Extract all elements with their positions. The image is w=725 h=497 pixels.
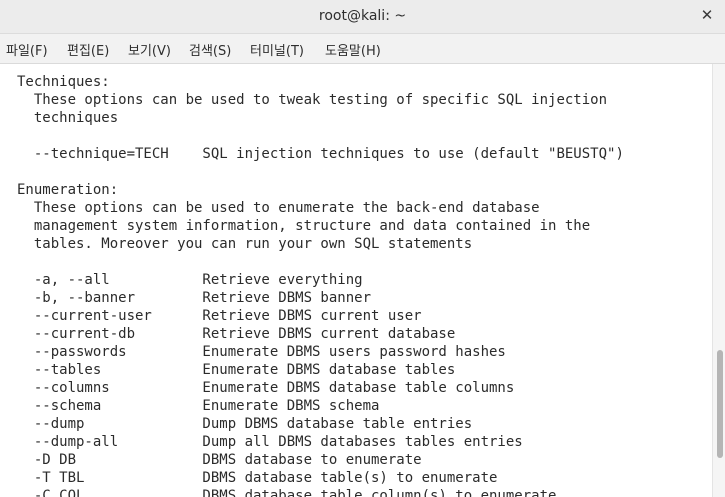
- terminal-line: -D DB DBMS database to enumerate: [17, 452, 422, 468]
- terminal-line: -a, --all Retrieve everything: [17, 272, 363, 288]
- terminal-line: --current-user Retrieve DBMS current use…: [17, 308, 422, 324]
- scrollbar[interactable]: [712, 64, 725, 497]
- terminal-line: --dump Dump DBMS database table entries: [17, 416, 473, 432]
- terminal-line: --passwords Enumerate DBMS users passwor…: [17, 344, 506, 360]
- terminal-line: Techniques:: [17, 74, 110, 90]
- menu-search[interactable]: 검색(S): [189, 40, 231, 59]
- title-bar: root@kali: ~ ✕: [0, 0, 725, 34]
- menu-terminal[interactable]: 터미널(T): [250, 40, 304, 59]
- terminal-line: Enumeration:: [17, 182, 119, 198]
- menu-bar: 파일(F) 편집(E) 보기(V) 검색(S) 터미널(T) 도움말(H): [0, 34, 725, 64]
- terminal-line: --columns Enumerate DBMS database table …: [17, 380, 515, 396]
- terminal-line: --tables Enumerate DBMS database tables: [17, 362, 456, 378]
- terminal-line: --dump-all Dump all DBMS databases table…: [17, 434, 523, 450]
- window-title: root@kali: ~: [318, 8, 407, 24]
- terminal-line: These options can be used to tweak testi…: [17, 92, 608, 108]
- scrollbar-thumb[interactable]: [717, 350, 723, 458]
- terminal-output[interactable]: Techniques: These options can be used to…: [0, 64, 713, 497]
- menu-file[interactable]: 파일(F): [6, 40, 48, 59]
- terminal-line: --current-db Retrieve DBMS current datab…: [17, 326, 456, 342]
- terminal-line: -b, --banner Retrieve DBMS banner: [17, 290, 372, 306]
- menu-view[interactable]: 보기(V): [128, 40, 171, 59]
- terminal-line: -C COL DBMS database table column(s) to …: [17, 488, 557, 497]
- terminal-line: tables. Moreover you can run your own SQ…: [17, 236, 473, 252]
- terminal-line: management system information, structure…: [17, 218, 591, 234]
- menu-edit[interactable]: 편집(E): [67, 40, 109, 59]
- terminal-line: techniques: [17, 110, 119, 126]
- terminal-text: Techniques: These options can be used to…: [17, 73, 624, 497]
- terminal-line: These options can be used to enumerate t…: [17, 200, 540, 216]
- close-icon[interactable]: ✕: [698, 6, 716, 24]
- menu-help[interactable]: 도움말(H): [325, 40, 381, 59]
- terminal-line: -T TBL DBMS database table(s) to enumera…: [17, 470, 498, 486]
- terminal-line: --technique=TECH SQL injection technique…: [17, 146, 624, 162]
- terminal-line: --schema Enumerate DBMS schema: [17, 398, 380, 414]
